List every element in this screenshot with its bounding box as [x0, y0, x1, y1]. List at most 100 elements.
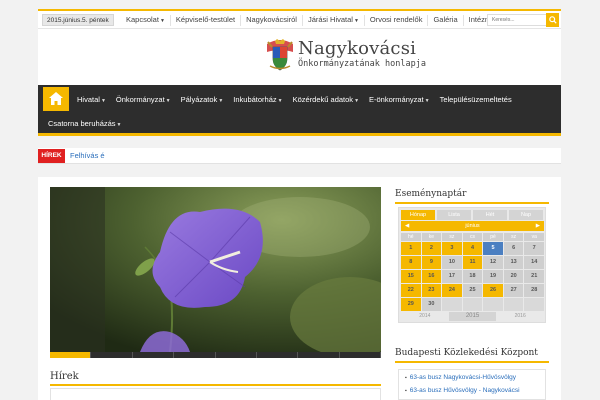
ticker-label: HÍREK [38, 149, 65, 163]
ticker-link[interactable]: Felhívás é [70, 151, 105, 160]
top-nav-label: Nagykovácsiról [246, 15, 297, 24]
calendar-day[interactable]: 17 [442, 270, 462, 283]
top-nav: Kapcsolat▼ Képviselő-testület Nagykovács… [121, 15, 516, 26]
calendar-day[interactable]: 1 [401, 242, 421, 255]
slider-dot[interactable] [133, 352, 175, 358]
nav-item-telepulesuzemeltetes[interactable]: Településüzemeltetés [435, 95, 517, 104]
nav-item-label: E-önkormányzat [369, 94, 424, 104]
nav-item-label: Közérdekű adatok [292, 94, 354, 104]
slider-dot[interactable] [257, 352, 299, 358]
slider-dot[interactable] [50, 352, 92, 358]
main-nav-row-2: Csatorna beruházás▼ [43, 113, 127, 133]
calendar-day[interactable]: 6 [503, 242, 524, 255]
home-button[interactable] [43, 87, 69, 111]
calendar-day[interactable]: 28 [524, 284, 544, 297]
nav-item-hivatal[interactable]: Hivatal▼ [72, 95, 111, 104]
slider-pagination [50, 352, 381, 358]
site-subtitle: Önkormányzatának honlapja [298, 59, 426, 69]
top-nav-kepviselo-testulet[interactable]: Képviselő-testület [169, 15, 240, 26]
calendar-widget-title: Eseménynaptár [395, 189, 467, 199]
calendar-day[interactable]: 5 [483, 242, 503, 255]
nav-item-csatorna-beruhazas[interactable]: Csatorna beruházás▼ [43, 119, 127, 128]
year-current: 2015 [448, 312, 497, 321]
top-nav-nagykovacsirol[interactable]: Nagykovácsiról [240, 15, 302, 26]
calendar-day[interactable]: 10 [442, 256, 462, 269]
top-nav-galeria[interactable]: Galéria [427, 15, 462, 26]
calendar-view-tabs: Hónap Lista Hét Nap [401, 210, 543, 220]
weekday-header: sz [442, 233, 462, 241]
caret-down-icon: ▼ [218, 97, 224, 104]
top-nav-jarasi-hivatal[interactable]: Járási Hivatal▼ [301, 15, 364, 26]
calendar-day[interactable]: 19 [483, 270, 503, 283]
nav-item-label: Önkormányzat [115, 94, 165, 104]
calendar-empty-cell [483, 298, 503, 311]
year-next[interactable]: 2016 [496, 312, 544, 321]
weekday-header: hé [401, 233, 421, 241]
calendar-day[interactable]: 18 [462, 270, 483, 283]
top-nav-orvosi-rendelok[interactable]: Orvosi rendelők [363, 15, 428, 26]
caret-down-icon: ▼ [277, 97, 283, 104]
calendar-day[interactable]: 8 [401, 256, 421, 269]
nav-item-e-onkormanyzat[interactable]: E-önkormányzat▼ [364, 95, 435, 104]
calendar-day[interactable]: 23 [421, 284, 442, 297]
search-button[interactable] [546, 13, 559, 27]
search-input[interactable] [487, 14, 547, 26]
top-nav-label: Képviselő-testület [175, 15, 236, 24]
calendar-day[interactable]: 13 [503, 256, 524, 269]
site-title[interactable]: Nagykovácsi [298, 38, 416, 59]
calendar-day[interactable]: 29 [401, 298, 421, 311]
caret-down-icon: ▼ [100, 97, 106, 104]
calendar-day[interactable]: 3 [442, 242, 462, 255]
calendar-day[interactable]: 24 [442, 284, 462, 297]
calendar-day[interactable]: 9 [421, 256, 442, 269]
top-nav-label: Járási Hivatal [307, 15, 353, 24]
calendar-empty-cell [462, 298, 483, 311]
top-nav-label: Orvosi rendelők [369, 15, 423, 24]
nav-item-kozerdeku-adatok[interactable]: Közérdekű adatok▼ [288, 95, 364, 104]
calendar-day[interactable]: 22 [401, 284, 421, 297]
tab-month[interactable]: Hónap [401, 210, 435, 220]
tab-day[interactable]: Nap [509, 210, 543, 220]
year-prev[interactable]: 2014 [401, 312, 449, 321]
image-slider[interactable] [50, 187, 381, 352]
slider-dot[interactable] [216, 352, 257, 358]
calendar-day[interactable]: 14 [524, 256, 544, 269]
calendar-day[interactable]: 21 [524, 270, 544, 283]
main-nav-row-1: Hivatal▼ Önkormányzat▼ Pályázatok▼ Inkub… [72, 87, 517, 111]
nav-item-label: Hivatal [77, 94, 100, 104]
calendar-day[interactable]: 27 [503, 284, 524, 297]
bkk-link[interactable]: 63-as busz Nagykovácsi-Hűvösvölgy [405, 374, 516, 381]
coat-of-arms-logo[interactable] [265, 38, 295, 72]
slider-dot[interactable] [91, 352, 133, 358]
news-ticker: HÍREK Felhívás é [38, 148, 561, 164]
bkk-link[interactable]: 63-as busz Hűvösvölgy - Nagykovácsi [405, 387, 520, 394]
calendar-day[interactable]: 11 [462, 256, 483, 269]
calendar-day[interactable]: 12 [483, 256, 503, 269]
slider-dot[interactable] [298, 352, 340, 358]
calendar-day[interactable]: 15 [401, 270, 421, 283]
nav-item-palyazatok[interactable]: Pályázatok▼ [176, 95, 229, 104]
prev-month-icon[interactable]: ◀ [405, 221, 409, 231]
calendar-year-nav: 2014 2015 2016 [401, 312, 544, 321]
nav-item-inkubatorhaz[interactable]: Inkubátorház▼ [228, 95, 287, 104]
slider-image [50, 187, 381, 352]
caret-down-icon: ▼ [354, 97, 360, 104]
tab-list[interactable]: Lista [437, 210, 471, 220]
top-nav-label: Kapcsolat [126, 15, 159, 24]
slider-dot[interactable] [340, 352, 381, 358]
slider-dot[interactable] [174, 352, 216, 358]
calendar-day[interactable]: 30 [421, 298, 442, 311]
calendar-day[interactable]: 2 [421, 242, 442, 255]
calendar-day[interactable]: 26 [483, 284, 503, 297]
calendar-day[interactable]: 16 [421, 270, 442, 283]
nav-item-onkormanyzat[interactable]: Önkormányzat▼ [111, 95, 176, 104]
top-bar: 2015.június.5. péntek Kapcsolat▼ Képvise… [38, 9, 561, 29]
calendar-day[interactable]: 25 [462, 284, 483, 297]
calendar-day[interactable]: 7 [524, 242, 544, 255]
calendar-day[interactable]: 20 [503, 270, 524, 283]
calendar-day[interactable]: 4 [462, 242, 483, 255]
top-nav-kapcsolat[interactable]: Kapcsolat▼ [121, 15, 170, 26]
next-month-icon[interactable]: ▶ [536, 221, 540, 231]
bkk-list: 63-as busz Nagykovácsi-Hűvösvölgy 63-as … [398, 369, 546, 400]
tab-week[interactable]: Hét [473, 210, 507, 220]
